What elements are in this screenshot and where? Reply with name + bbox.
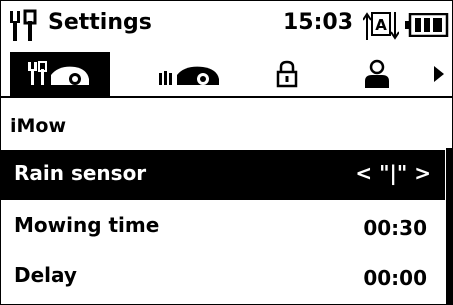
settings-robot-icon — [28, 61, 89, 85]
setting-label: Rain sensor — [14, 161, 147, 185]
tab-next-arrow-icon[interactable] — [432, 64, 446, 84]
tab-lock[interactable] — [262, 52, 312, 96]
section-title: iMow — [10, 115, 67, 137]
setting-row-rain-sensor[interactable]: Rain sensor < "|" > — [0, 150, 445, 200]
setting-row-mowing-time[interactable]: Mowing time 00:30 — [0, 202, 445, 252]
page-title: Settings — [48, 10, 152, 35]
auto-mode-letter: A — [375, 16, 387, 34]
tab-bar — [0, 52, 453, 98]
tab-mower[interactable] — [150, 52, 230, 96]
tab-settings-robot[interactable] — [10, 52, 110, 96]
settings-tools-icon — [10, 9, 37, 41]
lock-icon — [276, 60, 298, 88]
battery-icon — [405, 13, 449, 37]
setting-value: 00:30 — [363, 216, 427, 240]
setting-row-delay[interactable]: Delay 00:00 — [0, 252, 445, 302]
scrollbar[interactable] — [446, 148, 453, 305]
mower-icon — [159, 66, 219, 85]
setting-label: Delay — [14, 263, 77, 287]
tab-user[interactable] — [352, 52, 402, 96]
setting-label: Mowing time — [14, 213, 160, 237]
setting-value[interactable]: < "|" > — [355, 161, 431, 185]
status-bar: Settings 15:03 A — [0, 0, 453, 52]
clock-time: 15:03 — [283, 10, 354, 35]
auto-mode-icon: A — [363, 12, 399, 40]
user-icon — [365, 59, 389, 88]
setting-value: 00:00 — [363, 266, 427, 290]
